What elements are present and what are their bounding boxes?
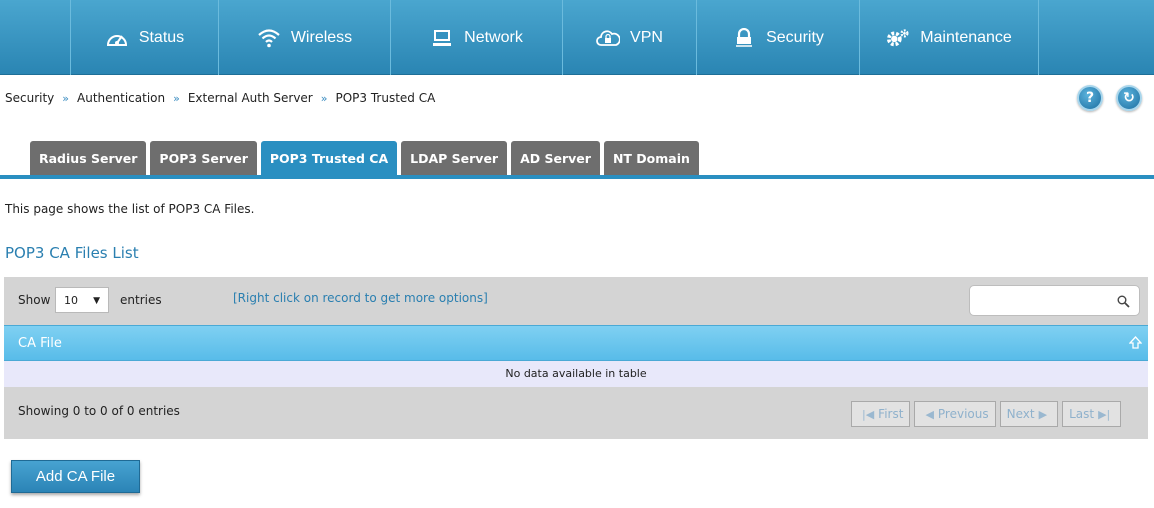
page-description: This page shows the list of POP3 CA File… — [5, 202, 255, 216]
nav-label: Wireless — [290, 28, 353, 46]
dropdown-arrow-icon: ▼ — [93, 296, 100, 306]
search-icon — [1117, 295, 1130, 311]
gears-icon — [886, 27, 910, 49]
nav-wireless[interactable]: Wireless — [218, 0, 390, 75]
previous-page-button[interactable]: ◀ Previous — [914, 401, 996, 427]
previous-label: Previous — [937, 407, 989, 421]
nav-maintenance[interactable]: Maintenance — [859, 0, 1039, 75]
tab-bar: Radius Server POP3 Server POP3 Trusted C… — [30, 141, 703, 175]
section-title: POP3 CA Files List — [5, 244, 139, 262]
refresh-icon: ↻ — [1123, 90, 1135, 106]
sort-up-icon — [1128, 336, 1143, 352]
nav-network[interactable]: Network — [390, 0, 562, 75]
previous-page-icon: ◀ — [925, 407, 934, 421]
add-ca-file-button[interactable]: Add CA File — [11, 460, 140, 493]
tab-nt-domain[interactable]: NT Domain — [603, 141, 699, 175]
breadcrumb-current: POP3 Trusted CA — [335, 91, 436, 105]
help-icon: ? — [1085, 90, 1095, 106]
lock-icon — [732, 27, 756, 49]
show-label: Show — [18, 293, 51, 307]
nav-status[interactable]: Status — [70, 0, 218, 75]
help-button[interactable]: ? — [1077, 85, 1103, 111]
tab-pop3-trusted-ca[interactable]: POP3 Trusted CA — [260, 141, 398, 175]
table-footer: Showing 0 to 0 of 0 entries |◀ First ◀ P… — [4, 387, 1148, 439]
nav-label: Status — [138, 28, 185, 46]
next-page-icon: ▶ — [1038, 407, 1048, 421]
breadcrumb: Security » Authentication » External Aut… — [5, 90, 435, 106]
next-page-button[interactable]: Next ▶ — [999, 401, 1059, 427]
breadcrumb-item[interactable]: Security — [5, 91, 54, 105]
right-click-hint: [Right click on record to get more optio… — [233, 291, 488, 305]
nav-vpn[interactable]: VPN — [562, 0, 696, 75]
breadcrumb-separator: » — [62, 91, 70, 105]
next-label: Next — [1006, 407, 1035, 421]
tab-pop3-server[interactable]: POP3 Server — [150, 141, 257, 175]
wifi-icon — [257, 27, 281, 49]
table-toolbar: Show 10 ▼ entries [Right click on record… — [4, 277, 1148, 325]
cloud-lock-icon — [596, 27, 621, 49]
monitor-icon — [430, 27, 454, 49]
column-header-ca-file[interactable]: CA File — [4, 325, 1148, 361]
gauge-icon — [105, 27, 129, 49]
first-page-icon: |◀ — [862, 407, 875, 421]
column-label: CA File — [18, 336, 62, 351]
entries-label: entries — [120, 293, 162, 307]
tab-underline — [0, 175, 1154, 179]
page-size-value: 10 — [64, 293, 78, 307]
nav-label: Maintenance — [920, 28, 1012, 46]
tab-radius-server[interactable]: Radius Server — [30, 141, 147, 175]
first-page-button[interactable]: |◀ First — [851, 401, 911, 427]
table-info: Showing 0 to 0 of 0 entries — [18, 404, 180, 418]
tab-ad-server[interactable]: AD Server — [511, 141, 600, 175]
tab-ldap-server[interactable]: LDAP Server — [401, 141, 508, 175]
nav-label: VPN — [630, 28, 663, 46]
last-page-icon: ▶| — [1098, 407, 1111, 421]
empty-table-row: No data available in table — [4, 361, 1148, 387]
breadcrumb-separator: » — [320, 91, 328, 105]
page-size-select[interactable]: 10 ▼ — [55, 287, 109, 313]
refresh-button[interactable]: ↻ — [1116, 85, 1142, 111]
last-label: Last — [1069, 407, 1095, 421]
nav-security[interactable]: Security — [696, 0, 859, 75]
search-input[interactable] — [969, 285, 1140, 316]
breadcrumb-separator: » — [173, 91, 180, 105]
nav-label: Security — [766, 28, 824, 46]
breadcrumb-item[interactable]: Authentication — [77, 91, 165, 105]
top-nav-bar: Status Wireless Network VPN Security Mai… — [0, 0, 1154, 75]
last-page-button[interactable]: Last ▶| — [1062, 401, 1122, 427]
first-label: First — [878, 407, 904, 421]
pagination: |◀ First ◀ Previous Next ▶ Last ▶| — [851, 401, 1125, 427]
nav-label: Network — [464, 28, 523, 46]
breadcrumb-item[interactable]: External Auth Server — [188, 91, 313, 105]
